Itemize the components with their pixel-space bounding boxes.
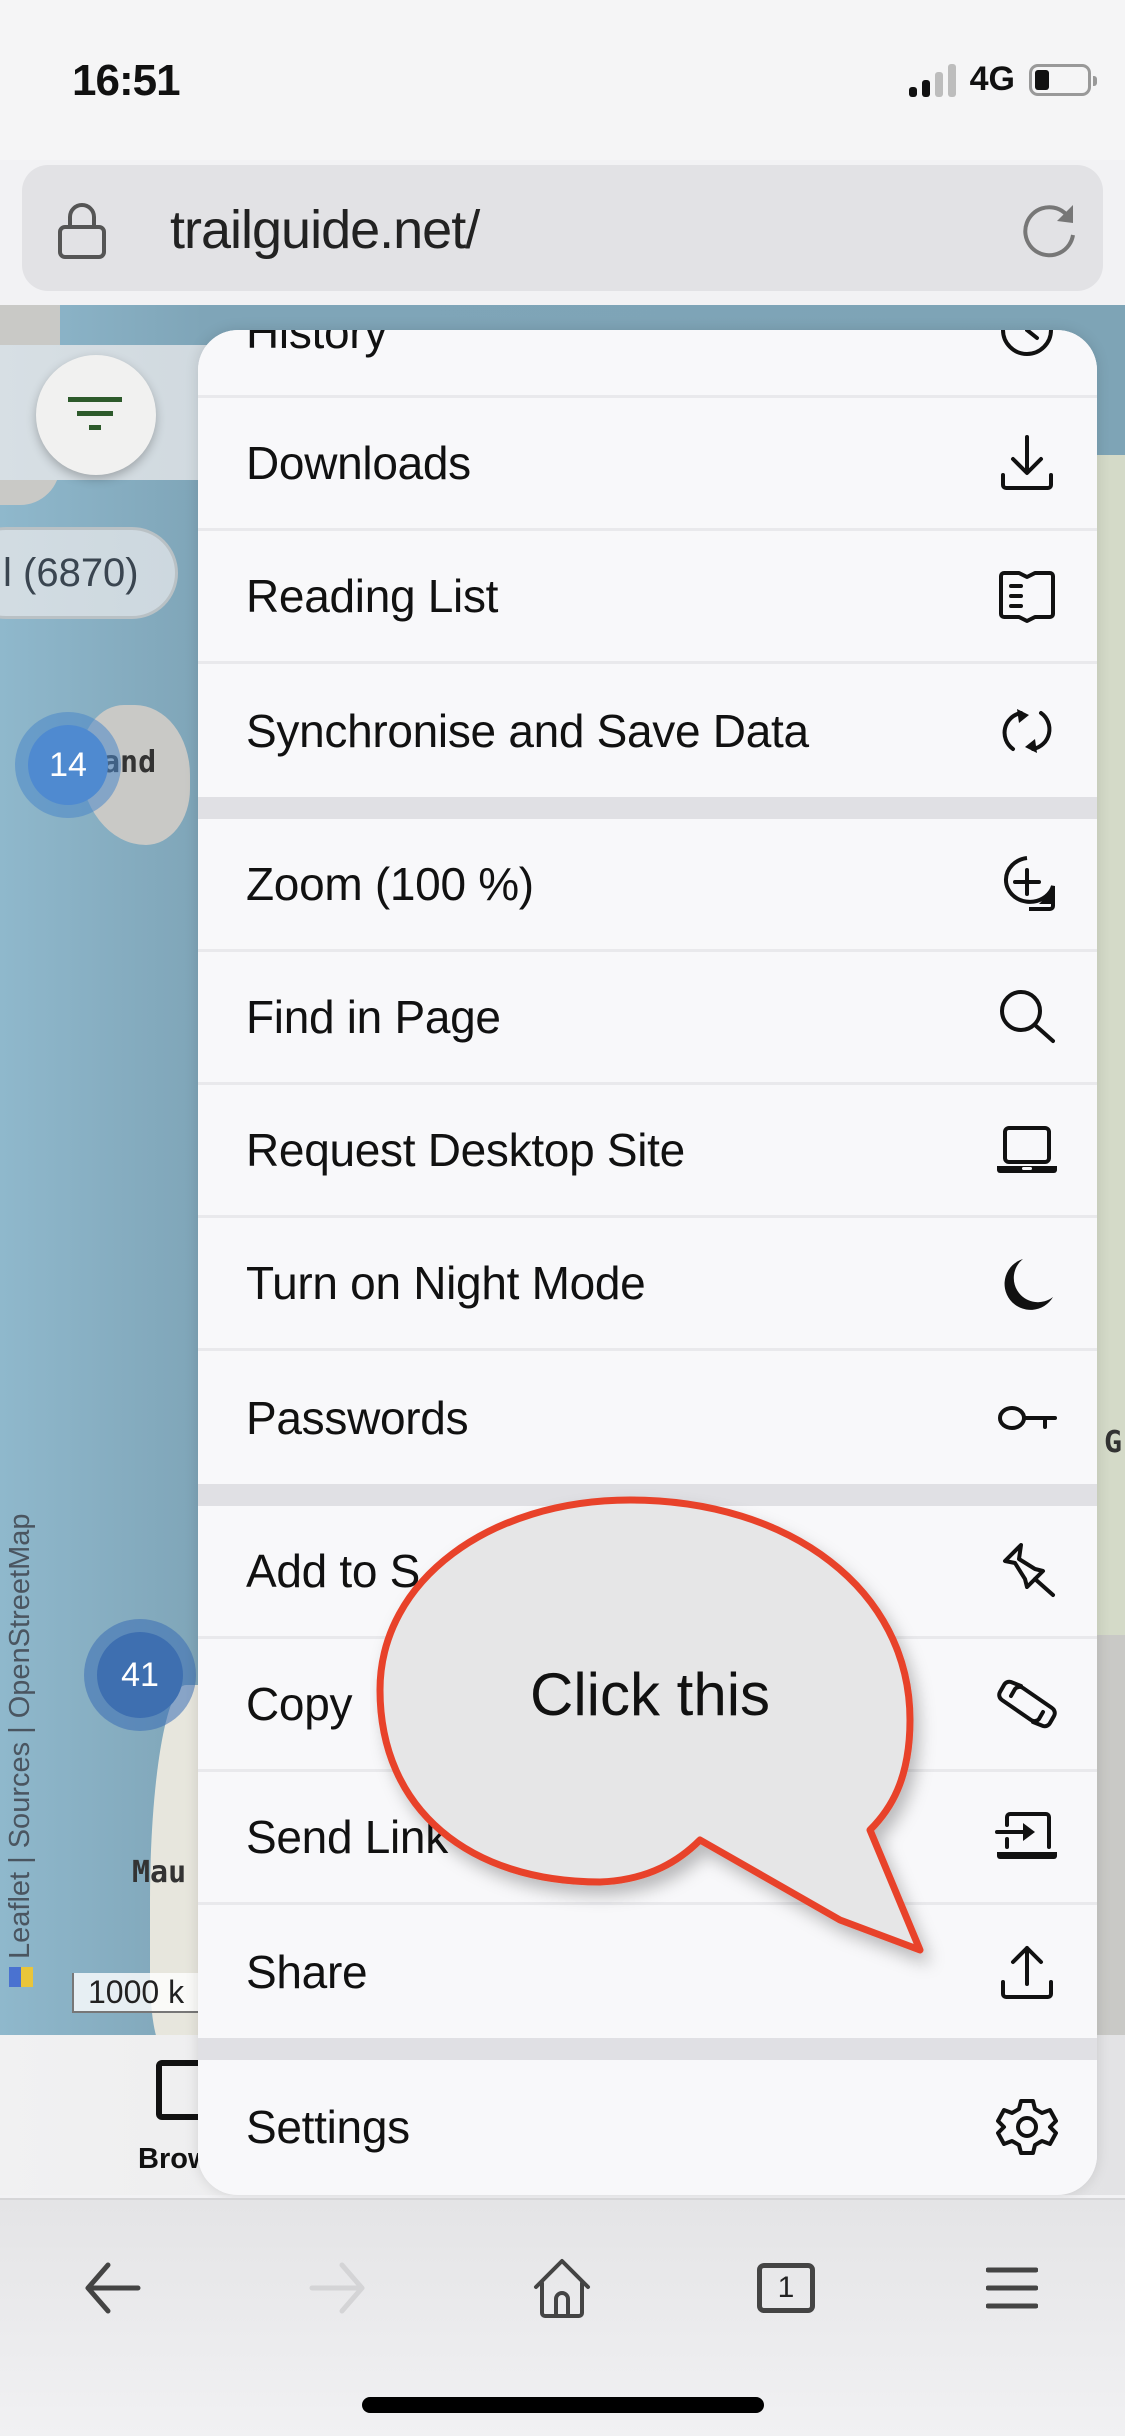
reading-list-icon [999,571,1055,623]
menu-item-label: Send Link [246,1811,448,1863]
menu-item-label: Zoom (100 %) [246,858,534,910]
key-icon [998,1405,1057,1430]
link-icon [997,1679,1057,1729]
callout-text: Click this [530,1661,771,1728]
laptop-icon [997,1126,1057,1173]
attribution-text[interactable]: Leaflet | Sources | OpenStreetMap [4,1514,37,1959]
menu-item-label: Turn on Night Mode [246,1257,646,1309]
url-text[interactable]: trailguide.net/ [170,199,480,261]
map-place-label: G [1104,1425,1123,1460]
network-type: 4G [969,60,1015,98]
status-time: 16:51 [72,56,181,105]
map-cluster-marker[interactable]: 14 [15,712,121,818]
reload-icon[interactable] [1021,199,1081,259]
menu-item-reading-list[interactable]: Reading List [198,531,1097,664]
menu-item-label: Find in Page [246,991,501,1043]
menu-divider [198,1484,1097,1506]
tabs-count-icon: 1 [757,2263,815,2313]
menu-item-send-link[interactable]: Send Link [198,1772,1097,1905]
hamburger-icon [986,2267,1038,2309]
menu-item-label: Synchronise and Save Data [246,704,809,757]
menu-item-downloads[interactable]: Downloads [198,398,1097,531]
history-icon [1001,330,1053,356]
ukraine-flag-icon [8,1967,33,1987]
share-icon [1001,1945,1053,1999]
menu-item-label: History [246,330,388,358]
filter-icon [68,397,122,430]
battery-icon [1029,63,1097,96]
menu-button[interactable] [972,2248,1052,2328]
menu-group-share: Add to S Copy Send Link Share [198,1506,1097,2038]
map-attribution[interactable]: Leaflet | Sources | OpenStreetMap [4,1514,37,1987]
back-button[interactable] [72,2248,152,2328]
menu-item-share[interactable]: Share [198,1905,1097,2038]
download-icon [1001,435,1053,490]
cluster-count: 41 [97,1632,183,1718]
menu-item-settings[interactable]: Settings [198,2060,1097,2193]
status-icons: 4G [908,60,1097,99]
menu-item-label: Reading List [246,570,499,622]
menu-item-request-desktop[interactable]: Request Desktop Site [198,1085,1097,1218]
menu-item-find-in-page[interactable]: Find in Page [198,952,1097,1085]
menu-group-navigation: History Downloads Reading List Synchroni… [198,330,1097,797]
menu-item-history[interactable]: History [198,330,1097,398]
tabs-button[interactable]: 1 [746,2248,826,2328]
address-bar[interactable]: trailguide.net/ [22,165,1103,291]
menu-item-passwords[interactable]: Passwords [198,1351,1097,1484]
arrow-left-icon [85,2262,141,2314]
menu-item-label: Request Desktop Site [246,1124,685,1176]
trail-count-label: l (6870) [3,550,139,595]
menu-item-label: Passwords [246,1391,469,1444]
menu-item-label: Add to S [246,1545,421,1597]
moon-icon [1004,1259,1053,1310]
menu-item-sync[interactable]: Synchronise and Save Data [198,664,1097,797]
trail-count-pill[interactable]: l (6870) [0,527,178,619]
search-icon [1000,990,1055,1043]
menu-item-add-to-speed-dial[interactable]: Add to S [198,1506,1097,1639]
gear-icon [996,2098,1058,2155]
menu-item-label: Settings [246,2100,410,2153]
zoom-in-icon [1003,856,1055,911]
menu-item-zoom[interactable]: Zoom (100 %) [198,819,1097,952]
menu-group-page: Zoom (100 %) Find in Page Request Deskto… [198,819,1097,1484]
send-to-device-icon [995,1812,1057,1859]
map-place-label: Mau [132,1855,187,1890]
cluster-count: 14 [28,725,108,805]
map-cluster-marker[interactable]: 41 [84,1619,196,1731]
cellular-signal-icon [908,63,956,97]
status-bar: 16:51 4G [0,0,1125,160]
menu-item-label: Copy [246,1678,353,1730]
menu-divider [198,797,1097,819]
sync-icon [1002,708,1052,753]
browser-menu: History Downloads Reading List Synchroni… [198,330,1097,2195]
home-button[interactable] [522,2248,602,2328]
menu-divider [198,2038,1097,2060]
menu-item-label: Share [246,1945,368,1998]
menu-item-night-mode[interactable]: Turn on Night Mode [198,1218,1097,1351]
lock-icon [58,203,106,259]
menu-item-label: Downloads [246,437,471,489]
arrow-right-icon [309,2262,365,2314]
menu-group-settings: Settings [198,2060,1097,2193]
filter-button[interactable] [36,355,156,475]
tabs-count: 1 [777,2271,795,2304]
forward-button[interactable] [298,2248,378,2328]
pin-icon [1003,1543,1055,1597]
home-icon [534,2259,590,2318]
home-indicator[interactable] [362,2397,764,2413]
